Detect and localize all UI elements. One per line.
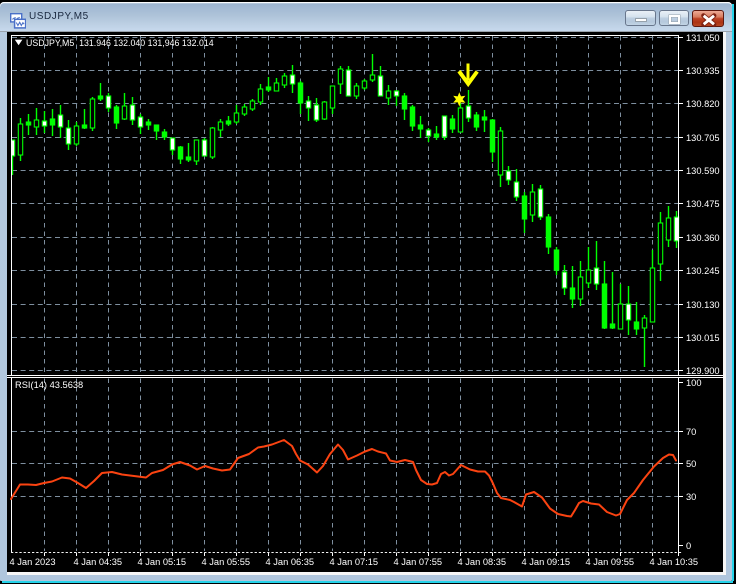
- svg-text:RSI(14) 43.5638: RSI(14) 43.5638: [15, 380, 83, 390]
- svg-text:129.900: 129.900: [686, 366, 720, 376]
- svg-text:130.820: 130.820: [686, 99, 720, 109]
- svg-text:4 Jan 07:15: 4 Jan 07:15: [330, 557, 379, 567]
- svg-text:4 Jan 08:35: 4 Jan 08:35: [458, 557, 507, 567]
- svg-text:70: 70: [686, 427, 696, 437]
- svg-text:4 Jan 09:15: 4 Jan 09:15: [522, 557, 571, 567]
- svg-text:4 Jan 05:15: 4 Jan 05:15: [138, 557, 187, 567]
- svg-text:USDJPY,M5 131.946 132.040 131: USDJPY,M5 131.946 132.040 131,946 132.01…: [26, 38, 214, 48]
- svg-text:130.590: 130.590: [686, 166, 720, 176]
- svg-text:130.475: 130.475: [686, 199, 720, 209]
- svg-text:4 Jan 06:35: 4 Jan 06:35: [266, 557, 315, 567]
- svg-text:30: 30: [686, 492, 696, 502]
- svg-text:4 Jan 05:55: 4 Jan 05:55: [202, 557, 251, 567]
- svg-text:4 Jan 09:55: 4 Jan 09:55: [586, 557, 635, 567]
- svg-text:0: 0: [686, 541, 691, 551]
- svg-text:100: 100: [686, 378, 702, 388]
- svg-text:4 Jan 07:55: 4 Jan 07:55: [394, 557, 443, 567]
- svg-text:131.050: 131.050: [686, 33, 720, 43]
- svg-text:4 Jan 2023: 4 Jan 2023: [10, 557, 56, 567]
- svg-text:130.935: 130.935: [686, 66, 720, 76]
- svg-text:130.130: 130.130: [686, 300, 720, 310]
- svg-text:50: 50: [686, 459, 696, 469]
- svg-text:4 Jan 04:35: 4 Jan 04:35: [74, 557, 123, 567]
- svg-text:130.245: 130.245: [686, 266, 720, 276]
- svg-text:130.015: 130.015: [686, 333, 720, 343]
- svg-text:4 Jan 10:35: 4 Jan 10:35: [650, 557, 699, 567]
- svg-text:130.360: 130.360: [686, 233, 720, 243]
- svg-text:130.705: 130.705: [686, 133, 720, 143]
